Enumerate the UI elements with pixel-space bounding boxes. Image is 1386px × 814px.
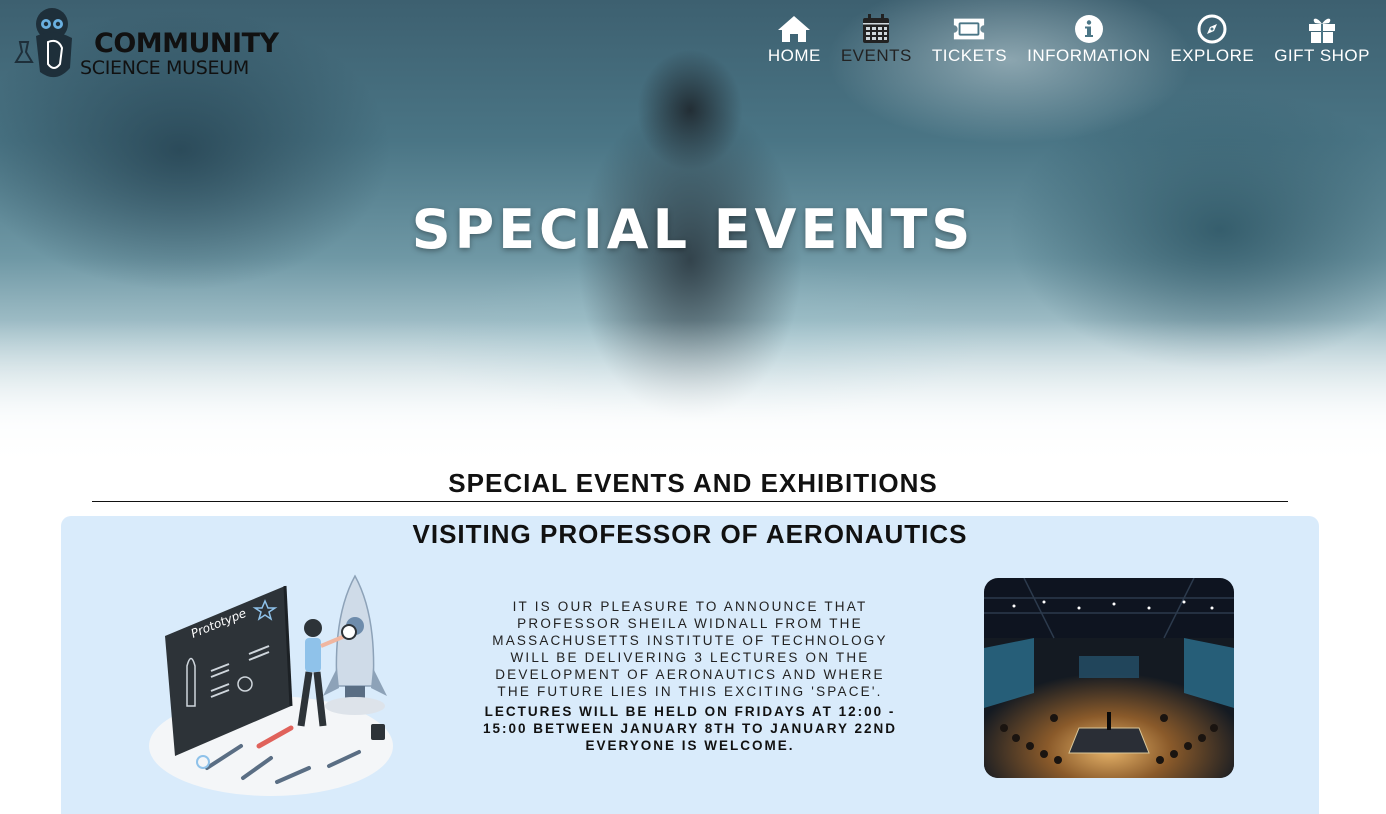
gift-icon [1305,14,1339,44]
nav-tickets[interactable]: TICKETS [932,14,1007,66]
hero-title: SPECIAL EVENTS [411,198,975,261]
event-schedule: LECTURES WILL BE HELD ON FRIDAYS AT 12:0… [482,704,898,753]
section-divider [92,501,1288,502]
home-icon [777,14,811,44]
calendar-icon [859,14,893,44]
logo-subtitle: SCIENCE MUSEUM [80,57,249,79]
nav-gift-shop[interactable]: GIFT SHOP [1274,14,1370,66]
nav-home[interactable]: HOME [768,14,821,66]
museum-logo-icon [14,8,72,78]
nav-home-label: HOME [767,46,821,65]
nav-events[interactable]: EVENTS [841,14,912,66]
logo-title: COMMUNITY [94,28,279,59]
lecture-hall-photo [984,578,1234,778]
info-icon [1072,14,1106,44]
event-title: VISITING PROFESSOR OF AERONAUTICS [412,519,968,549]
site-logo[interactable]: COMMUNITY SCIENCE MUSEUM [14,8,279,88]
nav-events-label: EVENTS [840,46,912,65]
event-card: VISITING PROFESSOR OF AERONAUTICS Protot… [61,516,1319,814]
prototype-illustration: Prototype [149,574,393,796]
nav-explore-label: EXPLORE [1170,46,1255,65]
main-nav: HOME EVENTS TICKETS INFORMATION EXPLORE … [768,14,1370,66]
event-description: IT IS OUR PLEASURE TO ANNOUNCE THAT PROF… [492,599,888,699]
ticket-icon [952,14,986,44]
nav-gift-shop-label: GIFT SHOP [1274,46,1370,65]
nav-explore[interactable]: EXPLORE [1170,14,1254,66]
hero-fade [0,320,1386,470]
nav-information-label: INFORMATION [1027,46,1151,65]
compass-icon [1195,14,1229,44]
nav-information[interactable]: INFORMATION [1027,14,1150,66]
section-title: SPECIAL EVENTS AND EXHIBITIONS [448,468,938,498]
event-description-block: IT IS OUR PLEASURE TO ANNOUNCE THAT PROF… [481,598,899,754]
nav-tickets-label: TICKETS [931,46,1008,65]
